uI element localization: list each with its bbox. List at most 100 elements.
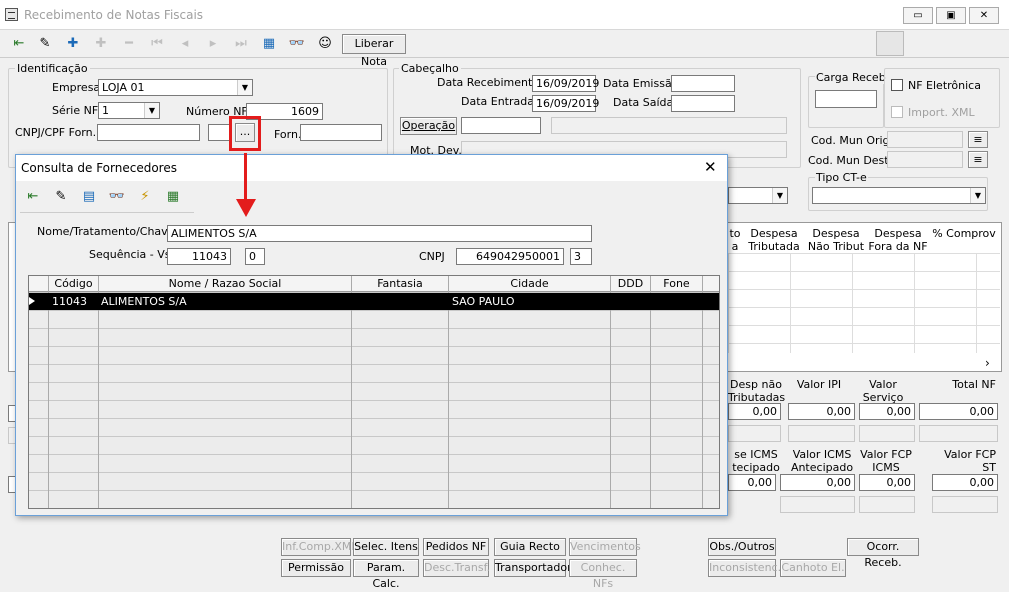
last-icon[interactable]: ⏭ [230,32,252,56]
cod-mun-orig-input[interactable] [887,131,963,148]
import-xml-checkbox[interactable] [891,106,903,118]
grid-divider [650,276,651,508]
carga-receb-input[interactable] [815,90,877,108]
grid-divider [448,276,449,508]
grid-divider [48,276,49,508]
data-receb-input[interactable]: 16/09/2019 [532,75,599,92]
cnpj-label: CNPJ/CPF Forn. [15,126,97,139]
operacao-button[interactable]: Operação [400,117,457,135]
cell-codigo: 11043 [52,295,87,308]
nf-eletronica-group [884,68,1000,128]
inconsistenc-button[interactable]: Inconsistenc. [708,559,781,577]
import-xml-label: Import. XML [908,106,975,119]
data-saida-input[interactable] [671,95,735,112]
forn-label: Forn. [274,128,302,141]
eraser-icon[interactable]: ✎ [34,32,56,56]
toolbar: ⇤ ✎ ✚ ✚ ━ ⏮ ◂ ▸ ⏭ ▦ 👓 ☺ Liberar Nota [0,30,1009,68]
col-ddd[interactable]: DDD [611,277,650,290]
empresa-select[interactable]: LOJA 01 ▼ [98,79,253,96]
carga-receb-label: Carga Receb [815,71,887,84]
guia-recto-button[interactable]: Guia Recto [494,538,566,556]
window-title: Recebimento de Notas Fiscais [24,8,204,22]
conhec-nfs-button[interactable]: Conhec. NFs [569,559,637,590]
selec-itens-button[interactable]: Selec. Itens [353,538,419,556]
add-icon[interactable]: ✚ [62,32,84,56]
total2-empty-2 [859,496,915,513]
nf-eletronica-checkbox[interactable] [891,79,903,91]
hidden-combo[interactable]: ▼ [728,187,788,204]
cnpj-input[interactable] [97,124,200,141]
cnpj-dv-input[interactable]: 3 [570,248,592,265]
total-value-0: 0,00 [728,403,781,420]
col-fantasia[interactable]: Fantasia [352,277,448,290]
exit-icon[interactable]: ⇤ [8,32,30,56]
table-row[interactable]: 11043 ALIMENTOS S/A SAO PAULO [29,293,719,310]
dialog-close-icon[interactable]: ✕ [704,158,717,176]
minimize-button[interactable]: ▭ [903,7,933,24]
cod-mun-orig-button[interactable]: ≡ [968,131,988,148]
nome-input[interactable]: ALIMENTOS S/A [167,225,592,242]
cnpj-input[interactable]: 649042950001 [456,248,564,265]
serie-select[interactable]: 1 ▼ [98,102,160,119]
binoculars-icon[interactable]: 👓 [106,185,128,209]
identificacao-label: Identificação [15,62,90,75]
remove-disabled-icon[interactable]: ━ [118,32,140,56]
param-calc-button[interactable]: Param. Calc. [353,559,419,590]
total-label-0: Desp não Tributadas [728,378,786,404]
inf-comp-xml-button[interactable]: Inf.Comp.XML [281,538,358,556]
col-codigo[interactable]: Código [49,277,98,290]
data-emissao-input[interactable] [671,75,735,92]
desc-transf-button[interactable]: Desc.Transf. [423,559,490,577]
close-button[interactable]: ✕ [969,7,999,24]
dialog-title-bar: Consulta de Fornecedores ✕ [16,155,727,181]
pedidos-nf-button[interactable]: Pedidos NF [423,538,489,556]
total2-value-2: 0,00 [859,474,915,491]
add-disabled-icon[interactable]: ✚ [90,32,112,56]
permissao-button[interactable]: Permissão [281,559,351,577]
obs-outros-button[interactable]: Obs./Outros [708,538,776,556]
eraser-icon[interactable]: ✎ [50,185,72,209]
cod-mun-dest-button[interactable]: ≡ [968,151,988,168]
tipo-cte-select[interactable]: ▼ [812,187,986,204]
grid-icon[interactable]: ▦ [258,32,280,56]
forn-input[interactable] [300,124,382,141]
col-cidade[interactable]: Cidade [449,277,610,290]
transportador-button[interactable]: Transportador [494,559,572,577]
find-next-icon[interactable]: ⚡ [134,185,156,209]
next-icon[interactable]: ▸ [202,32,224,56]
dialog-title: Consulta de Fornecedores [21,161,177,175]
first-icon[interactable]: ⏮ [146,32,168,56]
scroll-right-icon[interactable]: › [985,356,990,370]
calculator-icon[interactable] [876,31,904,56]
total2-label-3: Valor FCP ST [944,448,996,474]
cod-mun-dest-input[interactable] [887,151,963,168]
seq-input[interactable]: 11043 [167,248,231,265]
liberar-nota-button[interactable]: Liberar Nota [342,34,406,68]
empresa-label: Empresa [52,81,101,94]
total-value-2: 0,00 [859,403,915,420]
operacao-input[interactable] [461,117,541,134]
fornecedores-grid[interactable]: Código Nome / Razao Social Fantasia Cida… [28,275,720,509]
exit-icon[interactable]: ⇤ [22,185,44,209]
tipo-cte-label: Tipo CT-e [815,171,868,184]
binoculars-icon[interactable]: 👓 [286,32,308,56]
seq-vs-input[interactable]: 0 [245,248,265,265]
canhoto-el-button[interactable]: Canhoto El. [780,559,846,577]
total2-value-3: 0,00 [932,474,998,491]
data-saida-label: Data Saída [613,96,674,109]
vencimentos-button[interactable]: Vencimentos [569,538,641,556]
prev-icon[interactable]: ◂ [174,32,196,56]
col-fone[interactable]: Fone [651,277,702,290]
maximize-button[interactable]: ▣ [936,7,966,24]
chevron-down-icon: ▼ [772,188,787,203]
total-value-3: 0,00 [919,403,998,420]
cod-mun-orig-label: Cod. Mun Orig. [811,134,894,147]
col-nome[interactable]: Nome / Razao Social [99,277,351,290]
dialog-toolbar: ⇤ ✎ ▤ 👓 ⚡ ▦ [20,183,194,213]
chevron-down-icon: ▼ [237,80,252,95]
grid-select-icon[interactable]: ▦ [162,185,184,209]
form-icon[interactable]: ▤ [78,185,100,209]
person-icon[interactable]: ☺ [314,32,336,56]
ocorr-receb-button[interactable]: Ocorr. Receb. [847,538,919,569]
data-entrada-input[interactable]: 16/09/2019 [532,95,599,112]
